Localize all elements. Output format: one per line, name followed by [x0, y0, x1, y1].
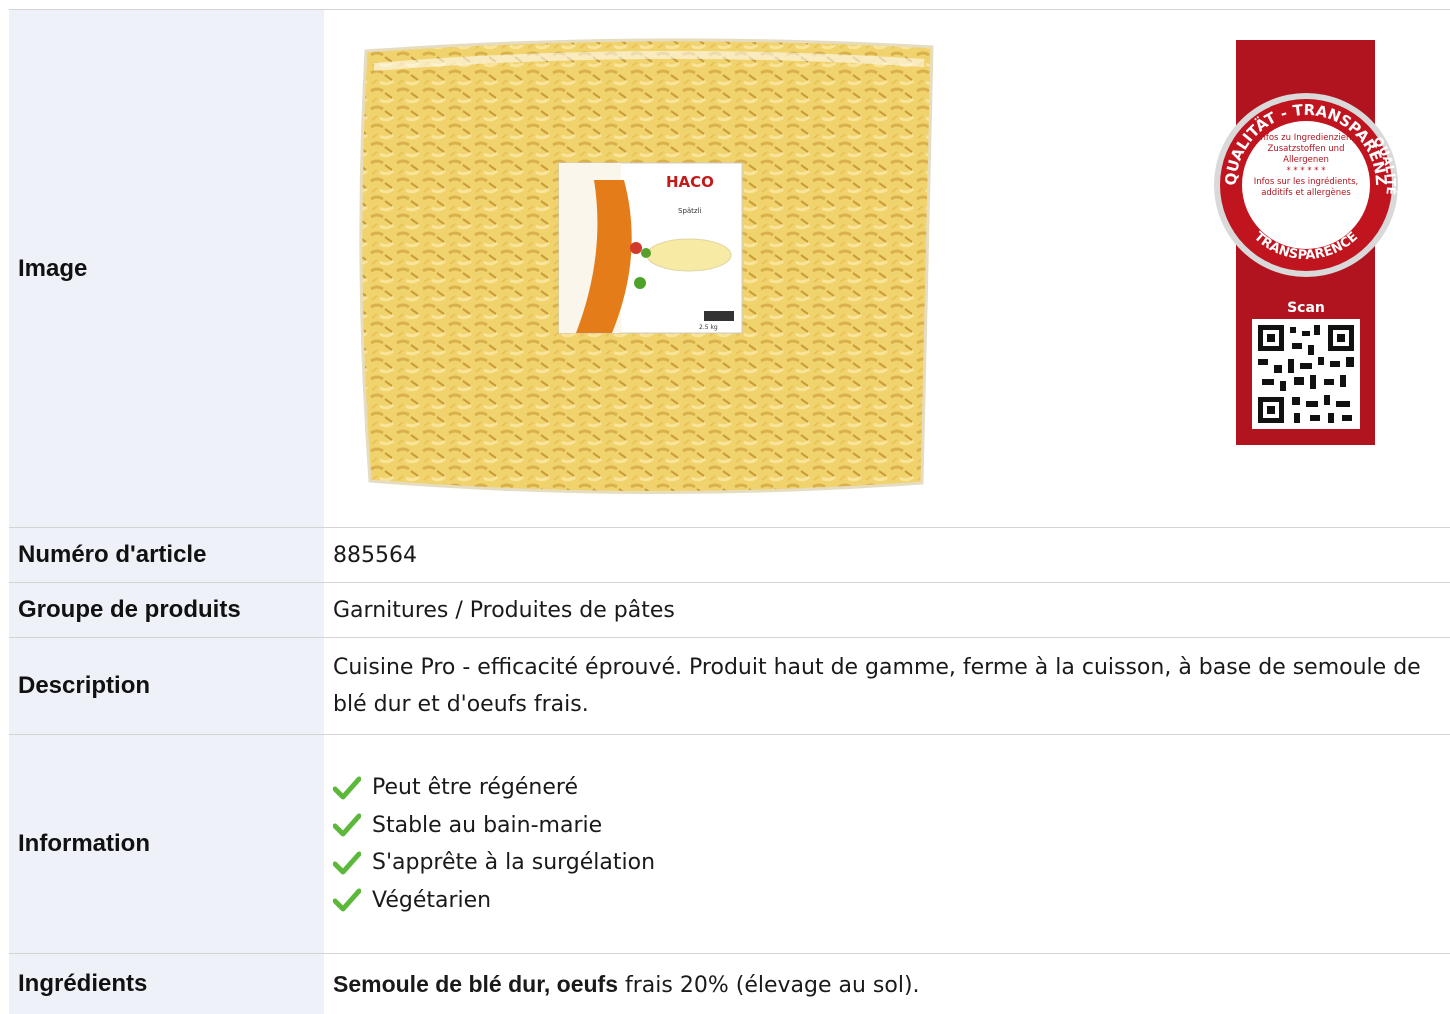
information-value: Peut être régéneré Stable au bain-marie … — [324, 735, 1450, 953]
row-label: Numéro d'article — [9, 528, 324, 582]
article-number-value: 885564 — [333, 542, 417, 568]
information-item-text: Stable au bain-marie — [372, 812, 603, 838]
row-information: Information Peut être régéneré Stable au… — [9, 735, 1450, 954]
badge-stars: * * * * * * — [1286, 166, 1326, 176]
row-label: Description — [9, 638, 324, 734]
checkmark-icon — [333, 888, 361, 912]
list-item: Peut être régéneré — [333, 769, 655, 807]
row-label: Groupe de produits — [9, 583, 324, 637]
product-group-value: Garnitures / Produites de pâtes — [333, 597, 675, 623]
product-photo: HACO Spätzli 2.5 kg — [359, 38, 934, 495]
information-list: Peut être régéneré Stable au bain-marie … — [333, 769, 655, 919]
information-item-text: S'apprête à la surgélation — [372, 850, 656, 876]
row-ingredients: Ingrédients Semoule de blé dur, oeufs fr… — [9, 954, 1450, 1014]
description-value: Cuisine Pro - efficacité éprouvé. Produi… — [333, 655, 1421, 717]
list-item: S'apprête à la surgélation — [333, 844, 655, 882]
row-description: Description Cuisine Pro - efficacité épr… — [9, 638, 1450, 735]
package-label: HACO Spätzli 2.5 kg — [558, 162, 743, 334]
row-label: Ingrédients — [9, 954, 324, 1014]
information-item-text: Peut être régéneré — [372, 775, 579, 801]
checkmark-icon — [333, 851, 361, 875]
row-product-group: Groupe de produits Garnitures / Produite… — [9, 583, 1450, 638]
checkmark-icon — [333, 776, 361, 800]
qr-code-icon — [1252, 319, 1360, 429]
row-label: Image — [9, 10, 324, 527]
checkmark-icon — [333, 813, 361, 837]
badge-scan-label: Scan — [1287, 300, 1325, 316]
information-item-text: Végétarien — [372, 887, 492, 913]
row-article-number: Numéro d'article 885564 — [9, 528, 1450, 583]
package-product: Spätzli — [678, 207, 702, 215]
package-weight: 2.5 kg — [699, 324, 718, 331]
image-cell: HACO Spätzli 2.5 kg QUALITÄT - TRANSPARE… — [324, 10, 1450, 527]
badge-text-fr: Infos sur les ingrédients, additifs et a… — [1253, 177, 1359, 198]
ingredients-value: Semoule de blé dur, oeufs frais 20% (éle… — [324, 954, 1450, 1014]
quality-transparency-badge: QUALITÄT - TRANSPARENZ QUALITÉ TRANSPARE… — [1214, 40, 1398, 445]
ingredients-bold-text: Semoule de blé dur, oeufs — [333, 971, 619, 997]
ingredients-text: frais 20% (élevage au sol). — [618, 973, 920, 998]
badge-text-de: Infos zu Ingredienzien, Zusatzstoffen un… — [1257, 133, 1355, 165]
package-brand: HACO — [666, 173, 714, 191]
row-image: Image HACO Spätzli 2.5 kg QUALITÄT - TRA… — [9, 10, 1450, 528]
product-info-table: Image HACO Spätzli 2.5 kg QUALITÄT - TRA… — [9, 9, 1450, 1014]
list-item: Végétarien — [333, 882, 655, 920]
row-label: Information — [9, 735, 324, 953]
list-item: Stable au bain-marie — [333, 807, 655, 845]
